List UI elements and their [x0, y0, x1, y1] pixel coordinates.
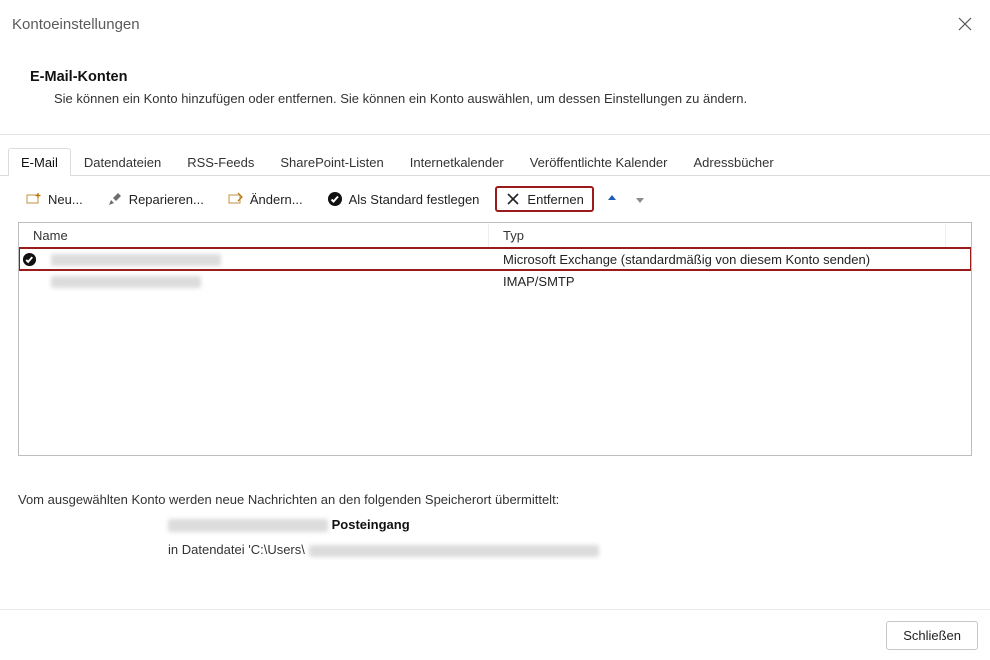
delivery-info: Vom ausgewählten Konto werden neue Nachr…	[0, 456, 990, 567]
tab-published-calendar[interactable]: Veröffentlichte Kalender	[517, 148, 681, 176]
tab-email[interactable]: E-Mail	[8, 148, 71, 176]
table-row[interactable]: Microsoft Exchange (standardmäßig von di…	[19, 248, 971, 270]
new-account-button[interactable]: Neu...	[18, 187, 91, 211]
delivery-path-prefix: in Datendatei 'C:\Users\	[168, 542, 305, 557]
close-icon[interactable]	[954, 13, 976, 35]
new-mail-icon	[26, 191, 42, 207]
default-account-icon	[21, 251, 37, 267]
remove-label: Entfernen	[527, 192, 583, 207]
tab-internet-calendar[interactable]: Internetkalender	[397, 148, 517, 176]
page-title: E-Mail-Konten	[30, 69, 960, 85]
move-up-button[interactable]	[602, 189, 622, 209]
remove-icon	[505, 191, 521, 207]
tab-rss-feeds[interactable]: RSS-Feeds	[174, 148, 267, 176]
tab-sharepoint-lists[interactable]: SharePoint-Listen	[267, 148, 396, 176]
change-icon	[228, 191, 244, 207]
close-button[interactable]: Schließen	[886, 621, 978, 650]
table-row[interactable]: IMAP/SMTP	[19, 270, 971, 292]
col-name[interactable]: Name	[19, 224, 489, 247]
account-type-cell: IMAP/SMTP	[489, 272, 946, 291]
footer: Schließen	[0, 609, 990, 660]
table-header: Name Typ	[19, 223, 971, 248]
delivery-intro: Vom ausgewählten Konto werden neue Nachr…	[18, 492, 972, 507]
accounts-table: Name Typ Microsoft Exchange (standardmäß…	[18, 222, 972, 456]
titlebar: Kontoeinstellungen	[0, 0, 990, 49]
set-default-button[interactable]: Als Standard festlegen	[319, 187, 488, 211]
repair-icon	[107, 191, 123, 207]
tab-datafiles[interactable]: Datendateien	[71, 148, 174, 176]
intro-section: E-Mail-Konten Sie können ein Konto hinzu…	[0, 49, 990, 120]
col-type[interactable]: Typ	[489, 224, 946, 247]
checkmark-circle-icon	[327, 191, 343, 207]
tabstrip: E-Mail Datendateien RSS-Feeds SharePoint…	[0, 135, 990, 176]
account-type-cell: Microsoft Exchange (standardmäßig von di…	[489, 250, 946, 269]
account-name-cell	[37, 272, 489, 291]
change-button[interactable]: Ändern...	[220, 187, 311, 211]
page-subtitle: Sie können ein Konto hinzufügen oder ent…	[54, 91, 960, 106]
delivery-path-line: in Datendatei 'C:\Users\	[168, 542, 972, 557]
toolbar: Neu... Reparieren... Ändern... Als Stand…	[0, 176, 990, 222]
tab-address-books[interactable]: Adressbücher	[681, 148, 787, 176]
remove-button[interactable]: Entfernen	[495, 186, 593, 212]
new-account-label: Neu...	[48, 192, 83, 207]
move-down-button[interactable]	[630, 189, 650, 209]
account-name-cell	[37, 250, 489, 269]
repair-label: Reparieren...	[129, 192, 204, 207]
change-label: Ändern...	[250, 192, 303, 207]
repair-button[interactable]: Reparieren...	[99, 187, 212, 211]
delivery-folder: Posteingang	[332, 517, 410, 532]
set-default-label: Als Standard festlegen	[349, 192, 480, 207]
col-scroll-gutter	[946, 231, 972, 239]
delivery-folder-line: Posteingang	[168, 517, 972, 532]
window-title: Kontoeinstellungen	[12, 16, 140, 33]
